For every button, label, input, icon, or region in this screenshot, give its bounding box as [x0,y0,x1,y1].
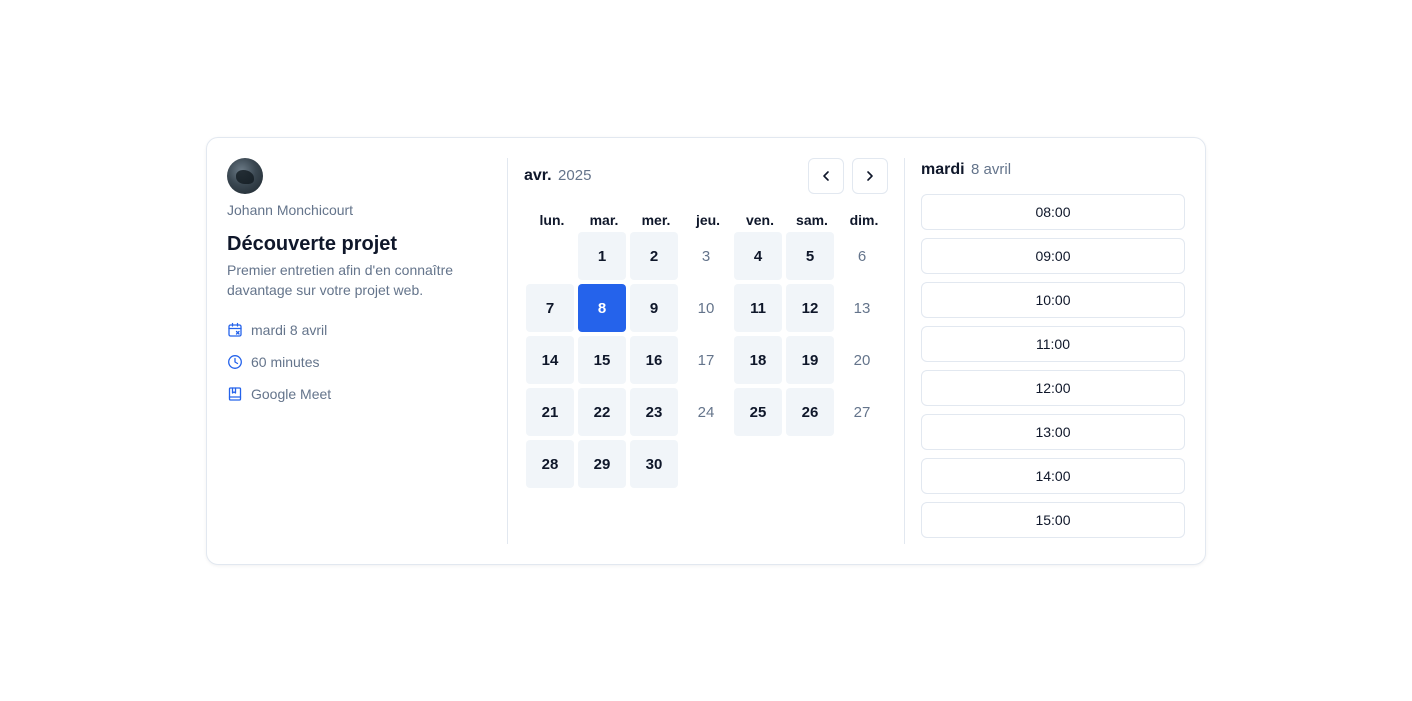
event-meta: mardi 8 avril 60 minutes Google Meet [227,320,487,404]
day-cell-selected[interactable]: 8 [578,284,626,332]
day-cell[interactable]: 12 [786,284,834,332]
slots-title: mardi 8 avril [921,158,1185,194]
time-slot-button[interactable]: 10:00 [921,282,1185,318]
day-cell[interactable]: 2 [630,232,678,280]
chevron-right-icon [867,171,873,181]
weekday-label: mer. [641,212,671,228]
clock-icon [228,355,242,369]
day-cell[interactable]: 26 [786,388,834,436]
time-slot-button[interactable]: 12:00 [921,370,1185,406]
calendar-header: avr. 2025 [524,158,890,194]
video-location-icon [228,387,242,401]
prev-month-button[interactable] [808,158,844,194]
slots-date: 8 avril [971,161,1012,178]
time-slot-button[interactable]: 08:00 [921,194,1185,230]
weekday-label: ven. [745,212,774,228]
event-title: Découverte projet [227,233,398,255]
day-cell[interactable]: 18 [734,336,782,384]
chevron-left-icon [823,171,829,181]
divider [507,158,508,544]
day-cell: 6 [857,247,867,265]
day-cell: 10 [697,299,715,317]
meta-location: Google Meet [227,384,487,404]
day-cell[interactable]: 23 [630,388,678,436]
day-cell[interactable]: 16 [630,336,678,384]
day-cell[interactable]: 1 [578,232,626,280]
event-description: Premier entretien afin d'en connaître da… [227,262,454,298]
time-slots-panel: mardi 8 avril 08:00 09:00 10:00 11:00 12:00 1… [921,158,1185,546]
time-slot-button[interactable]: 15:00 [921,502,1185,538]
time-slot-button[interactable]: 13:00 [921,414,1185,450]
day-cell[interactable]: 5 [786,232,834,280]
day-cell[interactable]: 4 [734,232,782,280]
event-info-panel: Johann Monchicourt Découverte projet Pre… [227,158,487,416]
day-cell[interactable]: 15 [578,336,626,384]
day-cell: 13 [853,299,871,317]
day-cell: 20 [853,351,871,369]
avatar [227,158,263,194]
meta-duration-label: 60 minutes [251,354,320,370]
day-cell[interactable]: 25 [734,388,782,436]
day-cell: 3 [701,247,711,265]
day-cell[interactable]: 29 [578,440,626,488]
day-cell: 24 [697,403,715,421]
day-cell[interactable]: 7 [526,284,574,332]
calendar-icon [228,322,242,337]
meta-location-label: Google Meet [251,386,332,402]
weekday-header: lun. mar. mer. jeu. ven. sam. dim. [526,210,890,230]
calendar: avr. 2025 lun. mar. mer. jeu. ven. sam. … [524,158,890,488]
divider [904,158,905,544]
host-name: Johann Monchicourt [227,202,354,218]
time-slot-button[interactable]: 14:00 [921,458,1185,494]
day-cell[interactable]: 22 [578,388,626,436]
time-slot-button[interactable]: 11:00 [921,326,1185,362]
weekday-label: dim. [849,212,879,228]
day-cell: 27 [853,403,871,421]
booking-card: Johann Monchicourt Découverte projet Pre… [206,137,1206,565]
meta-date-label: mardi 8 avril [251,322,328,338]
weekday-label: sam. [796,212,828,228]
weekday-label: lun. [539,212,565,228]
slots-day-name: mardi [921,161,965,178]
day-cell[interactable]: 21 [526,388,574,436]
month-name: avr. [524,167,552,184]
day-cell[interactable]: 14 [526,336,574,384]
day-cell[interactable]: 19 [786,336,834,384]
day-cell[interactable]: 11 [734,284,782,332]
weekday-label: mar. [589,212,619,228]
day-cell[interactable]: 28 [526,440,574,488]
day-cell: 17 [697,351,715,369]
year-label: 2025 [558,167,592,184]
meta-date: mardi 8 avril [227,320,487,340]
month-label: avr. 2025 [524,166,591,186]
day-cell[interactable]: 9 [630,284,678,332]
day-cell[interactable]: 30 [630,440,678,488]
slot-list: 08:00 09:00 10:00 11:00 12:00 13:00 14:00 15:00 [921,194,1185,538]
next-month-button[interactable] [852,158,888,194]
time-slot-button[interactable]: 09:00 [921,238,1185,274]
meta-duration: 60 minutes [227,352,487,372]
weekday-label: jeu. [695,212,721,228]
